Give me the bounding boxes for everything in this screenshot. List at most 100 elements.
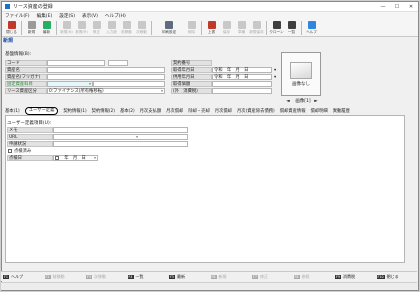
status-bar (1, 282, 417, 290)
close-icon[interactable]: ✕ (404, 2, 418, 12)
toolbar-button-1[interactable]: 新規 (24, 21, 39, 35)
tab-5[interactable]: 月次支払額 (140, 108, 161, 114)
memo-row: メモ (7, 127, 188, 133)
toolbar-separator (201, 21, 202, 35)
kind-row: 固定資産科目 ▾ (5, 81, 165, 87)
toolbar-button-5[interactable]: 修正 (89, 21, 104, 35)
fkey-label: 閉じる (386, 273, 399, 279)
fkey-key: F9 (335, 274, 341, 279)
toolbar-button-10[interactable]: 削除 (184, 21, 199, 35)
toolbar-button-17[interactable]: ヘルプ (304, 21, 319, 35)
menu-help[interactable]: ヘルプ(H) (105, 13, 126, 19)
fkey-button-f4[interactable]: F4 一覧 (126, 274, 168, 280)
apply-field[interactable] (53, 141, 188, 147)
menu-file[interactable]: ファイル(F) (5, 13, 30, 19)
photo-prev-button[interactable]: ◄ (285, 98, 291, 104)
close-door-icon (7, 21, 16, 29)
check-label: 点検済み (14, 149, 32, 154)
photo-next-button[interactable]: ► (313, 98, 319, 104)
memo-field[interactable] (53, 127, 188, 133)
start-date-field[interactable]: 令和 年 月 日 (212, 74, 272, 80)
fkey-button-f3[interactable]: F3 次移動 (84, 274, 126, 280)
save-icon (222, 21, 231, 29)
toolbar-button-9[interactable]: 印刷設定 (154, 21, 184, 35)
code-field[interactable] (47, 60, 105, 66)
fkey-button-f6[interactable]: F6 新規 (209, 274, 251, 280)
toolbar-button-4[interactable]: 参照(R) (74, 21, 89, 35)
menu-settings[interactable]: 設定(S) (59, 13, 75, 19)
chevron-down-icon[interactable]: ▾ (93, 156, 97, 160)
code-label: コード (5, 60, 47, 66)
price-row: 取得価額 (171, 81, 272, 87)
category-select[interactable]: 0:ファイナンス(所有権移転) ▾ (47, 88, 165, 94)
code-sub-field[interactable] (108, 60, 128, 66)
fkey-label: ヘルプ (11, 273, 23, 279)
toolbar-button-13[interactable]: 準備 (234, 21, 249, 35)
toolbar-button-6[interactable]: 入力統 (104, 21, 119, 35)
kana-field[interactable] (47, 74, 165, 80)
tab-0[interactable]: 基本(1) (5, 108, 20, 114)
fkey-button-f9[interactable]: F9 消費税 (333, 274, 375, 280)
toolbar-button-7[interactable]: 前移動 (119, 21, 134, 35)
fkey-label: 消費税 (343, 273, 355, 279)
menu-view[interactable]: 表示(V) (82, 13, 98, 19)
toolbar-button-0[interactable]: 閉じる (4, 21, 19, 35)
kind-select[interactable]: ▾ (47, 81, 93, 87)
fkey-button-f1[interactable]: F1 ヘルプ (1, 274, 43, 280)
date-checkbox[interactable] (55, 156, 59, 160)
price-field[interactable] (212, 81, 272, 87)
start-date-row: 供用年月日 令和 年 月 日 ▾ (171, 74, 276, 80)
photo-box[interactable]: 画像なし (281, 52, 321, 96)
date-field[interactable]: 年 月 日 ▾ (53, 155, 98, 161)
toolbar-button-8[interactable]: 次移動 (134, 21, 149, 35)
fkey-key: F10 (376, 274, 385, 279)
tab-7[interactable]: 除却・売却 (188, 108, 209, 114)
tab-10[interactable]: 償却資産情報 (280, 108, 306, 114)
kind-name-field[interactable] (93, 81, 165, 87)
tab-strip: 基本(1) ユーザー定義 契約情報(1) 契約情報(2) 基本(2) 月次支払額 月次償却除… (5, 107, 355, 115)
toolbar-button-15[interactable]: クローン (269, 21, 284, 35)
maximize-icon[interactable]: ☐ (390, 2, 404, 12)
fkey-label: 新規 (218, 273, 227, 279)
tab-2[interactable]: 契約情報(1) (63, 108, 86, 114)
toolbar-button-2[interactable]: 最新 (39, 21, 54, 35)
tab-8[interactable]: 月次償却 (215, 108, 232, 114)
toolbar-button-16[interactable]: 一覧 (284, 21, 299, 35)
save-new-icon (252, 21, 261, 29)
menu-edit[interactable]: 編集(E) (37, 13, 53, 19)
toolbar-button-3[interactable]: 新規(N) (59, 21, 74, 35)
fkey-button-f2[interactable]: F2 前移動 (43, 274, 85, 280)
toolbar-label: 新規 (27, 30, 36, 34)
name-field[interactable] (47, 67, 165, 73)
tab-6[interactable]: 月次償却 (166, 108, 183, 114)
fkey-button-f5[interactable]: F5 最新 (167, 274, 209, 280)
calendar-icon[interactable]: ▾ (274, 68, 276, 73)
tab-11[interactable]: 償却明細 (311, 108, 328, 114)
fkey-button-f7[interactable]: F7 修正 (250, 274, 292, 280)
basic-section-label: 基盤情報(B): (5, 52, 32, 57)
date-row: 点検日 年 月 日 ▾ (7, 155, 98, 161)
toolbar-button-12[interactable]: 保存 (219, 21, 234, 35)
fkey-key: F2 (44, 274, 51, 279)
acq-date-field[interactable]: 令和 年 月 日 (212, 67, 272, 73)
chevron-down-icon[interactable]: ▾ (135, 135, 139, 139)
tab-3[interactable]: 契約情報(2) (92, 108, 115, 114)
calendar-icon[interactable]: ▾ (274, 75, 276, 80)
toolbar-label: 閉じる (6, 30, 17, 34)
fkey-button-f10[interactable]: F10 閉じる (375, 274, 417, 280)
toolbar-label: 参照(R) (75, 30, 88, 34)
url-field[interactable]: ▾ (53, 134, 188, 140)
tab-12[interactable]: 異動履歴 (333, 108, 350, 114)
fkey-key: F8 (293, 274, 300, 279)
toolbar-button-14[interactable]: 新規保存 (249, 21, 264, 35)
minimize-icon[interactable]: — (376, 2, 390, 12)
tax-field[interactable] (212, 88, 272, 94)
toolbar-button-11[interactable]: 上書 (204, 21, 219, 35)
tab-9[interactable]: 月次(資産除去債務) (237, 108, 275, 114)
checked-checkbox[interactable] (8, 149, 12, 153)
tab-1[interactable]: ユーザー定義 (24, 107, 59, 115)
check-row: 点検済み (7, 148, 31, 154)
tab-4[interactable]: 基本(2) (120, 108, 135, 114)
fkey-button-f8[interactable]: F8 参照 (292, 274, 334, 280)
toolbar-label: 前移動 (121, 30, 132, 34)
